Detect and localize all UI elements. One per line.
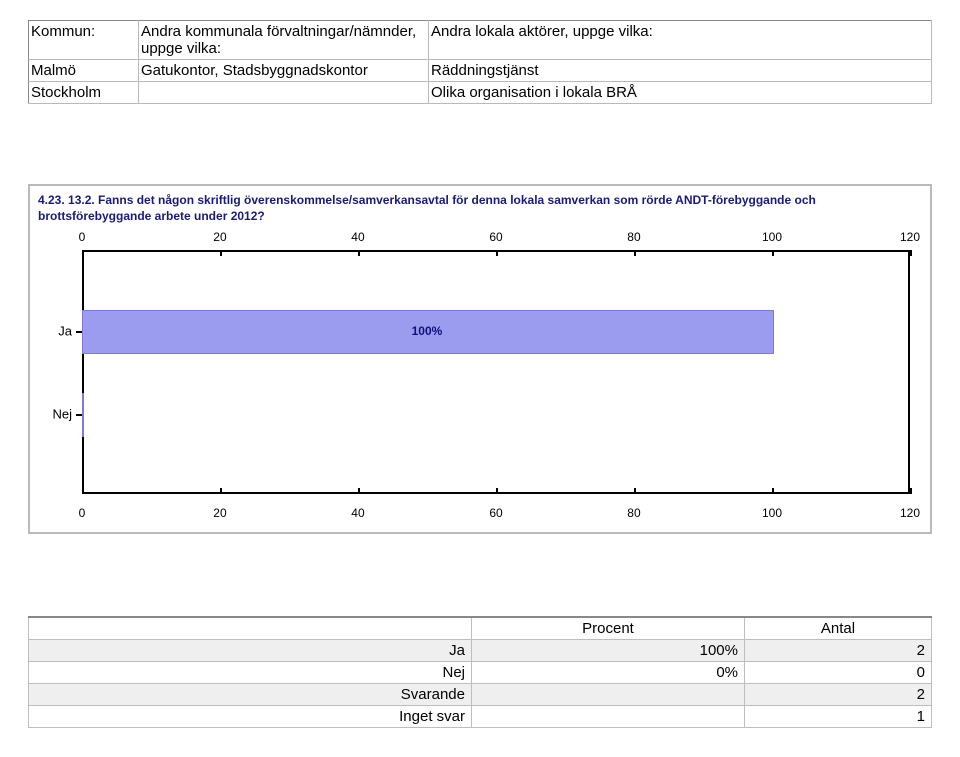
cell-col3: Olika organisation i lokala BRÅ — [429, 82, 932, 104]
tick-label: 80 — [627, 230, 640, 244]
header-procent: Procent — [472, 617, 745, 640]
header-col2: Andra kommunala förvaltningar/nämnder, u… — [139, 21, 429, 60]
y-category-label: Ja — [58, 323, 72, 338]
table-row: Procent Antal — [29, 617, 932, 640]
axis-line — [908, 250, 910, 494]
chart-container: 4.23. 13.2. Fanns det någon skriftlig öv… — [28, 184, 932, 534]
chart-title: 4.23. 13.2. Fanns det någon skriftlig öv… — [38, 192, 922, 224]
bar-nej — [82, 393, 84, 437]
header-antal: Antal — [745, 617, 932, 640]
header-kommun: Kommun: — [29, 21, 139, 60]
row-label: Svarande — [29, 684, 472, 706]
results-table: Procent Antal Ja 100% 2 Nej 0% 0 Svarand… — [28, 616, 932, 728]
axis-ticks-top: 0 20 40 60 80 100 120 — [82, 230, 910, 248]
tick-label: 20 — [213, 230, 226, 244]
table-row: Inget svar 1 — [29, 706, 932, 728]
tick-label: 60 — [489, 230, 502, 244]
tick-label: 60 — [489, 506, 502, 520]
row-antal: 2 — [745, 684, 932, 706]
table-row: Nej 0% 0 — [29, 662, 932, 684]
tick-label: 40 — [351, 506, 364, 520]
tick-label: 100 — [762, 230, 782, 244]
table-row: Malmö Gatukontor, Stadsbyggnadskontor Rä… — [29, 60, 932, 82]
table-row: Kommun: Andra kommunala förvaltningar/nä… — [29, 21, 932, 60]
cell-col3: Räddningstjänst — [429, 60, 932, 82]
axis-ticks-bottom: 0 20 40 60 80 100 120 — [82, 508, 910, 526]
axis-y-labels: Ja Nej — [38, 250, 78, 494]
row-procent — [472, 684, 745, 706]
chart-plot: 100% — [82, 250, 910, 494]
table-row: Svarande 2 — [29, 684, 932, 706]
header-col3: Andra lokala aktörer, uppge vilka: — [429, 21, 932, 60]
tick-label: 0 — [79, 506, 86, 520]
row-antal: 1 — [745, 706, 932, 728]
row-procent: 100% — [472, 640, 745, 662]
bar-label: 100% — [412, 324, 443, 338]
row-procent: 0% — [472, 662, 745, 684]
row-label: Inget svar — [29, 706, 472, 728]
table-row: Stockholm Olika organisation i lokala BR… — [29, 82, 932, 104]
cell-col2: Gatukontor, Stadsbyggnadskontor — [139, 60, 429, 82]
table-row: Ja 100% 2 — [29, 640, 932, 662]
tick-label: 40 — [351, 230, 364, 244]
top-table: Kommun: Andra kommunala förvaltningar/nä… — [28, 20, 932, 104]
row-antal: 2 — [745, 640, 932, 662]
axis-line — [82, 250, 84, 494]
tick-label: 120 — [900, 506, 920, 520]
row-label: Ja — [29, 640, 472, 662]
tick-label: 0 — [79, 230, 86, 244]
cell-col2 — [139, 82, 429, 104]
tick-label: 120 — [900, 230, 920, 244]
row-procent — [472, 706, 745, 728]
tick-label: 100 — [762, 506, 782, 520]
tick-label: 20 — [213, 506, 226, 520]
row-label: Nej — [29, 662, 472, 684]
tick-label: 80 — [627, 506, 640, 520]
y-category-label: Nej — [52, 406, 72, 421]
header-blank — [29, 617, 472, 640]
cell-kommun: Stockholm — [29, 82, 139, 104]
row-antal: 0 — [745, 662, 932, 684]
cell-kommun: Malmö — [29, 60, 139, 82]
chart-area: 0 20 40 60 80 100 120 Ja Nej — [38, 228, 922, 528]
